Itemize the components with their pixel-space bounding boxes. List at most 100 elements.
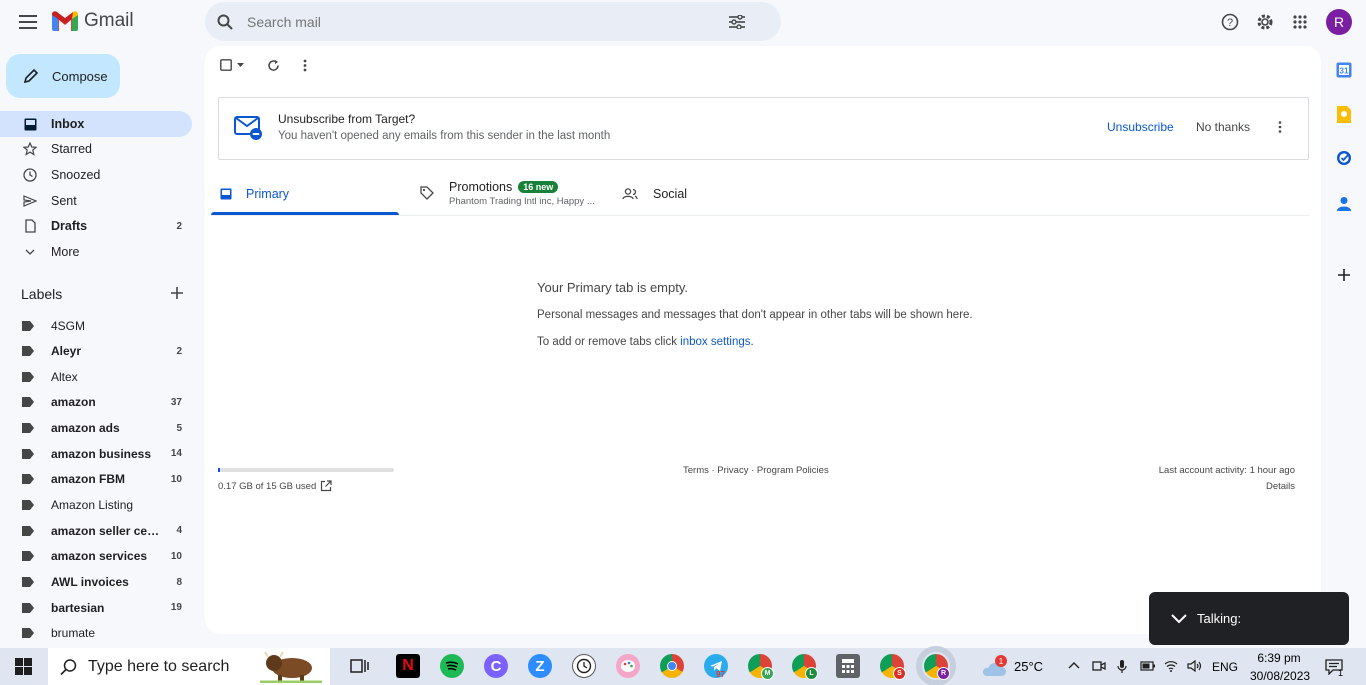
label-item[interactable]: amazon ads 5 (0, 416, 192, 441)
main-menu-button[interactable] (10, 4, 46, 40)
alarm-clock-icon (576, 658, 592, 674)
search-bar[interactable] (205, 2, 781, 41)
input-language[interactable]: ENG (1212, 660, 1238, 674)
wifi-icon (1164, 661, 1178, 672)
empty-state-title: Your Primary tab is empty. (537, 280, 688, 295)
inbox-settings-link[interactable]: inbox settings (680, 336, 750, 348)
wifi-button[interactable] (1164, 660, 1178, 672)
task-view-button[interactable] (350, 657, 370, 675)
chrome-profile-button[interactable]: L (792, 654, 818, 680)
label-item[interactable]: amazon seller cent... 4 (0, 518, 192, 543)
tasks-addon[interactable] (1335, 149, 1353, 167)
chevron-down-icon[interactable] (1171, 613, 1187, 624)
clock-icon (23, 168, 37, 182)
nav-item-sent[interactable]: Sent (0, 188, 192, 214)
nav-label: More (51, 245, 80, 259)
label-item[interactable]: brumate (0, 621, 192, 646)
label-icon (22, 500, 34, 511)
nav-item-drafts[interactable]: Drafts 2 (0, 213, 192, 239)
more-actions-button[interactable] (303, 59, 307, 72)
zoom-app-button[interactable]: Z (528, 654, 552, 678)
battery-button[interactable] (1140, 661, 1156, 671)
chrome-profile-badge: L (805, 667, 818, 680)
more-vert-icon (303, 59, 307, 72)
select-all-checkbox[interactable] (220, 59, 244, 71)
calculator-app-button[interactable] (836, 654, 860, 678)
clock-time[interactable]: 6:39 pm (1250, 651, 1308, 665)
speaker-icon (1187, 660, 1202, 672)
chrome-profile-button[interactable]: R (916, 646, 956, 685)
apps-button[interactable] (1288, 10, 1312, 34)
microphone-button[interactable] (1117, 659, 1127, 674)
chrome-app-button[interactable] (660, 654, 684, 678)
start-button[interactable] (15, 658, 32, 675)
search-options-icon[interactable] (729, 14, 745, 29)
storage-bar-fill (218, 468, 220, 472)
label-count: 5 (176, 422, 182, 434)
tab-social[interactable]: Social (622, 172, 687, 216)
canva-app-button[interactable]: C (484, 654, 508, 678)
account-avatar[interactable]: R (1326, 9, 1352, 35)
calculator-icon (842, 659, 854, 673)
activity-details-link[interactable]: Details (1266, 481, 1295, 492)
get-addons-button[interactable] (1337, 268, 1351, 282)
unsubscribe-button[interactable]: Unsubscribe (1107, 120, 1174, 134)
tab-promotions-label: Promotions (449, 180, 513, 194)
hint-prefix: To add or remove tabs click (537, 336, 681, 348)
create-label-button[interactable] (170, 286, 184, 300)
paint-app-button[interactable] (616, 654, 640, 678)
gmail-logo[interactable]: Gmail (52, 10, 134, 32)
chrome-profile-button[interactable]: S (880, 654, 906, 680)
label-name: AWL invoices (51, 575, 129, 589)
help-button[interactable]: ? (1218, 10, 1242, 34)
label-item[interactable]: amazon FBM 10 (0, 467, 192, 492)
talking-toast[interactable]: Talking: (1149, 592, 1349, 645)
label-item[interactable]: amazon services 10 (0, 544, 192, 569)
label-name: Amazon Listing (51, 498, 134, 513)
clock-app-button[interactable] (572, 654, 596, 678)
meet-now-button[interactable] (1092, 660, 1106, 672)
label-item[interactable]: amazon business 14 (0, 441, 192, 466)
svg-text:31: 31 (1340, 67, 1349, 76)
label-item[interactable]: Amazon Listing (0, 493, 192, 518)
label-item[interactable]: amazon 37 (0, 390, 192, 415)
show-hidden-icons-button[interactable] (1068, 661, 1080, 669)
spotify-app-button[interactable] (440, 654, 464, 678)
label-item[interactable]: AWL invoices 8 (0, 570, 192, 595)
compose-button[interactable]: Compose (6, 54, 120, 98)
calendar-addon[interactable]: 31 (1335, 61, 1353, 79)
footer-links[interactable]: Terms · Privacy · Program Policies (683, 465, 829, 476)
tab-primary[interactable]: Primary (220, 172, 289, 216)
refresh-button[interactable] (267, 59, 280, 72)
label-icon (22, 474, 34, 485)
banner-subtitle: You haven't opened any emails from this … (278, 130, 611, 142)
label-item[interactable]: Aleyr 2 (0, 339, 192, 364)
chrome-profile-button[interactable]: M (748, 654, 774, 680)
search-input[interactable] (245, 12, 729, 31)
nav-item-more[interactable]: More (0, 239, 192, 265)
contacts-addon[interactable] (1335, 195, 1353, 213)
no-thanks-button[interactable]: No thanks (1196, 120, 1250, 134)
settings-button[interactable] (1253, 10, 1277, 34)
empty-state-description: Personal messages and messages that don'… (537, 309, 973, 321)
keep-addon[interactable] (1335, 105, 1353, 123)
hamburger-icon (19, 15, 37, 29)
manage-storage-link[interactable] (320, 480, 332, 492)
search-icon[interactable] (217, 14, 233, 30)
tab-promotions[interactable]: Promotions 16 new Phantom Trading Intl in… (420, 172, 595, 216)
nav-item-snoozed[interactable]: Snoozed (0, 162, 192, 188)
nav-item-inbox[interactable]: Inbox (0, 111, 192, 137)
caret-down-icon (237, 63, 244, 67)
nav-item-starred[interactable]: Starred (0, 136, 192, 162)
label-item[interactable]: bartesian 19 (0, 595, 192, 620)
label-name: Aleyr (51, 344, 82, 359)
label-item[interactable]: Altex (0, 364, 192, 389)
clock-date[interactable]: 30/08/2023 (1250, 669, 1310, 683)
label-item[interactable]: 4SGM (0, 313, 192, 338)
netflix-app-button[interactable]: N (396, 654, 420, 678)
banner-more-button[interactable] (1278, 121, 1282, 133)
tab-primary-indicator (211, 212, 399, 215)
volume-button[interactable] (1187, 660, 1203, 672)
tabs-divider (211, 215, 1309, 216)
taskbar-search[interactable]: Type here to search (48, 648, 330, 685)
